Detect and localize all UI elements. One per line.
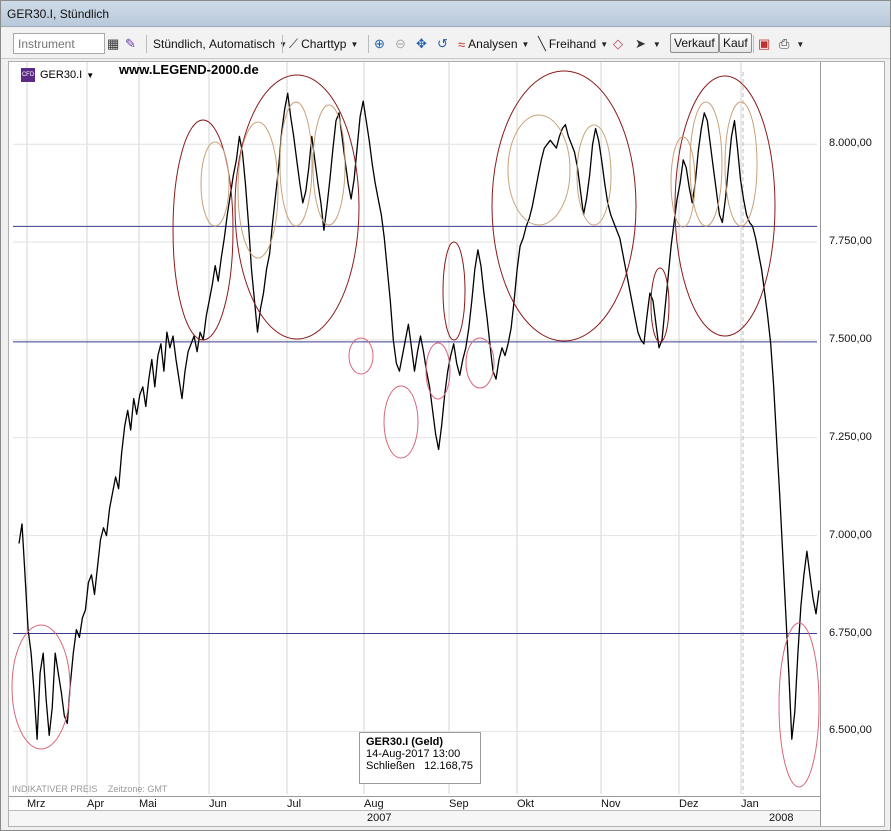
print-icon: ⎙ bbox=[779, 36, 790, 51]
interval-label: Stündlich, bbox=[153, 37, 206, 51]
tooltip-datetime: 14-Aug-2017 13:00 bbox=[366, 748, 461, 760]
window-title: GER30.I, Stündlich bbox=[7, 7, 110, 21]
indicative-label: INDIKATIVER PREIS bbox=[12, 784, 98, 794]
x-axis-years: 2007 2008 bbox=[9, 810, 820, 826]
annotation-ellipse bbox=[279, 101, 313, 227]
title-bar: GER30.I, Stündlich bbox=[1, 1, 890, 27]
mode-label: Automatisch bbox=[209, 37, 276, 51]
verkauf-button[interactable]: Verkauf bbox=[670, 33, 719, 53]
year-label: 2008 bbox=[769, 812, 794, 824]
kauf-button[interactable]: Kauf bbox=[719, 33, 752, 53]
annotation-ellipse bbox=[425, 342, 451, 400]
instrument-input[interactable] bbox=[13, 33, 105, 54]
annotation-ellipse bbox=[200, 141, 230, 227]
chevron-down-icon: ▼ bbox=[86, 70, 95, 80]
line-chart-icon: ⟋ bbox=[289, 36, 299, 51]
tooltip-close-value: 12.168,75 bbox=[424, 760, 474, 772]
refresh-icon[interactable]: ↺ bbox=[437, 33, 451, 55]
eraser-icon[interactable]: ◇ bbox=[613, 33, 626, 55]
analysen-dropdown[interactable]: ≈ Analysen ▼ bbox=[458, 33, 529, 55]
chevron-down-icon: ▼ bbox=[279, 39, 287, 49]
annotation-ellipse bbox=[383, 385, 419, 459]
x-tick-label: Mai bbox=[139, 798, 157, 810]
symbol-selector[interactable]: CFD GER30.I ▼ bbox=[21, 68, 94, 82]
chevron-down-icon: ▼ bbox=[652, 39, 661, 49]
interval-dropdown[interactable]: Stündlich, Automatisch ▼ bbox=[153, 33, 287, 55]
indicator-icon[interactable]: ▣ bbox=[758, 33, 773, 55]
cursor-icon: ➤ bbox=[635, 36, 646, 51]
x-tick-label: Jun bbox=[209, 798, 227, 810]
chevron-down-icon: ▼ bbox=[350, 39, 359, 49]
annotation-ellipse bbox=[689, 101, 723, 227]
chart-toolbar: ▦ ✎ Stündlich, Automatisch ▼ ⟋ Charttyp … bbox=[1, 29, 890, 59]
chevron-down-icon: ▼ bbox=[521, 39, 530, 49]
freihand-label: Freihand bbox=[548, 37, 597, 51]
y-tick-label: 7.750,00 bbox=[829, 235, 872, 248]
x-tick-label: Okt bbox=[517, 798, 535, 810]
app-window: GER30.I, Stündlich ▦ ✎ Stündlich, Automa… bbox=[0, 0, 891, 831]
year-label: 2007 bbox=[367, 812, 392, 824]
cursor-dropdown[interactable]: ➤ ▼ bbox=[635, 33, 661, 55]
x-tick-label: Nov bbox=[601, 798, 621, 810]
price-info: INDIKATIVER PREIS Zeitzone: GMT bbox=[12, 784, 175, 794]
zoom-out-icon[interactable]: ⊖ bbox=[395, 33, 409, 55]
annotation-ellipse bbox=[465, 337, 495, 389]
x-axis-months: Mrz Apr Mai Jun Jul Aug Sep Okt Nov Dez Jan bbox=[9, 796, 820, 810]
y-tick-label: 7.250,00 bbox=[829, 430, 872, 443]
annotation-ellipse bbox=[312, 104, 346, 226]
verkauf-label: Verkauf bbox=[674, 36, 715, 50]
y-tick-label: 7.500,00 bbox=[829, 332, 872, 345]
toolbar-separator bbox=[368, 35, 369, 53]
charttype-dropdown[interactable]: ⟋ Charttyp ▼ bbox=[289, 33, 358, 55]
x-tick-label: Dez bbox=[679, 798, 699, 810]
price-tooltip: GER30.I (Geld) 14-Aug-2017 13:00 Schließ… bbox=[359, 732, 481, 784]
chevron-down-icon: ▼ bbox=[600, 39, 609, 49]
timezone-label: Zeitzone: GMT bbox=[107, 784, 168, 794]
instrument-list-icon[interactable]: ▦ bbox=[107, 33, 122, 55]
annotation-ellipse bbox=[11, 624, 71, 750]
toolbar-separator bbox=[282, 35, 283, 53]
tooltip-title: GER30.I (Geld) bbox=[366, 736, 444, 748]
y-tick-label: 6.500,00 bbox=[829, 724, 872, 737]
y-tick-label: 6.750,00 bbox=[829, 626, 872, 639]
zoom-in-icon[interactable]: ⊕ bbox=[374, 33, 388, 55]
x-tick-label: Mrz bbox=[27, 798, 46, 810]
annotation-ellipse bbox=[442, 241, 466, 341]
x-tick-label: Apr bbox=[87, 798, 105, 810]
x-tick-label: Jul bbox=[287, 798, 302, 810]
x-tick-label: Jan bbox=[741, 798, 759, 810]
x-tick-label: Aug bbox=[364, 798, 384, 810]
y-tick-label: 8.000,00 bbox=[829, 137, 872, 150]
freihand-dropdown[interactable]: ╲ Freihand ▼ bbox=[538, 33, 608, 55]
analysis-icon: ≈ bbox=[458, 36, 466, 52]
annotation-ellipse bbox=[778, 622, 820, 788]
pan-icon[interactable]: ✥ bbox=[416, 33, 430, 55]
tooltip-close-label: Schließen bbox=[366, 760, 415, 772]
price-chart[interactable] bbox=[9, 62, 884, 826]
charttype-label: Charttyp bbox=[301, 37, 347, 51]
x-tick-label: Sep bbox=[449, 798, 469, 810]
annotation-ellipse bbox=[237, 121, 279, 259]
analysen-label: Analysen bbox=[468, 37, 518, 51]
print-dropdown[interactable]: ⎙ ▼ bbox=[779, 33, 804, 55]
chevron-down-icon: ▼ bbox=[796, 39, 805, 49]
compare-icon[interactable]: ✎ bbox=[125, 33, 139, 55]
symbol-label: GER30.I bbox=[40, 69, 83, 81]
tooltip-close-row: Schließen 12.168,75 bbox=[366, 760, 474, 772]
chart-area[interactable]: CFD GER30.I ▼ www.LEGEND-2000.de ➚ GER30… bbox=[8, 61, 885, 827]
annotation-ellipse bbox=[348, 337, 374, 375]
watermark-text: www.LEGEND-2000.de bbox=[119, 62, 259, 77]
cfd-badge: CFD bbox=[21, 68, 35, 82]
y-tick-label: 7.000,00 bbox=[829, 528, 872, 541]
toolbar-separator bbox=[753, 35, 754, 53]
y-axis: 8.000,00 7.750,00 7.500,00 7.250,00 7.000,00… bbox=[820, 62, 884, 826]
freehand-line-icon: ╲ bbox=[538, 36, 546, 51]
annotation-ellipse bbox=[670, 136, 696, 228]
kauf-label: Kauf bbox=[723, 36, 748, 50]
toolbar-separator bbox=[146, 35, 147, 53]
